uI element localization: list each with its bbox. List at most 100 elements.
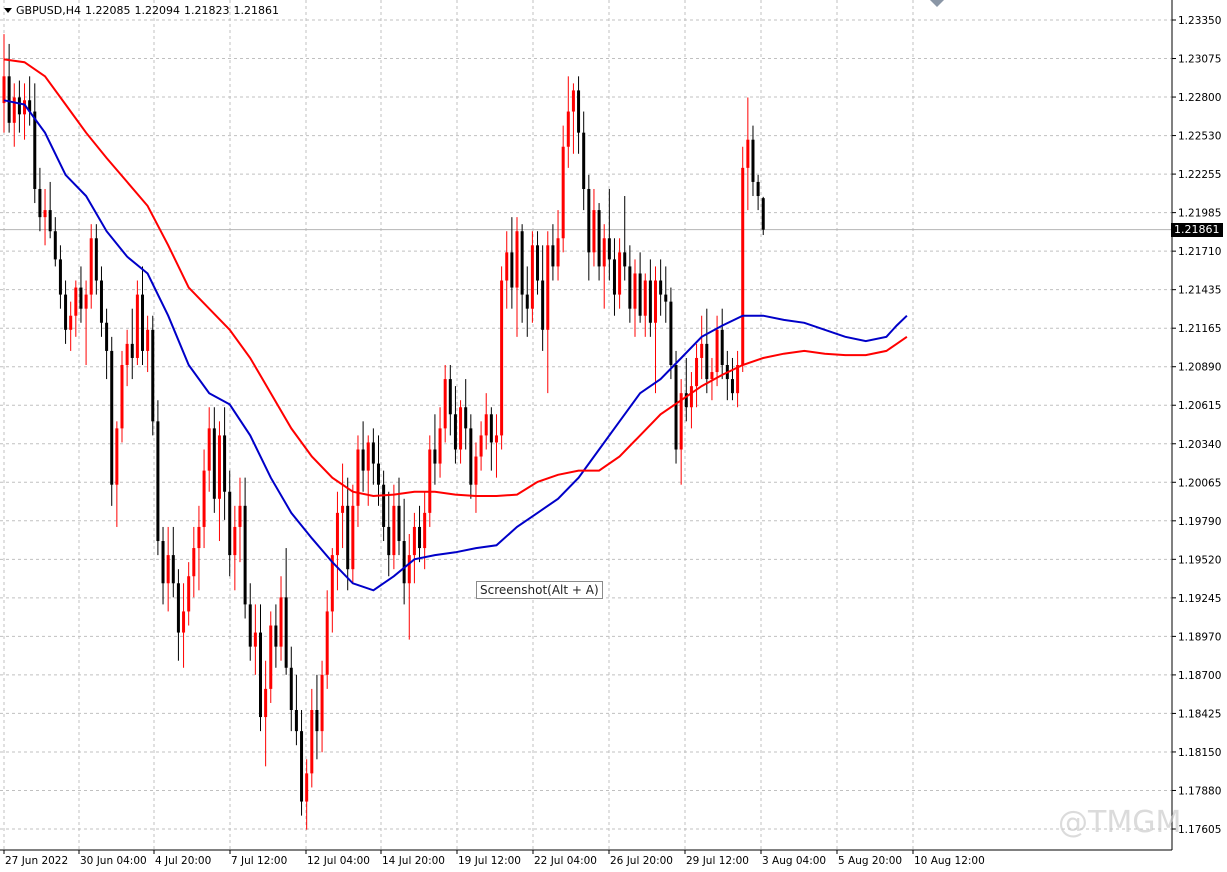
candle-body <box>423 512 427 549</box>
candle-body <box>525 294 529 309</box>
y-tick-label: 1.17880 <box>1178 785 1221 797</box>
candle-body <box>761 198 765 230</box>
candle-body <box>448 379 452 415</box>
candle-body <box>402 541 406 584</box>
candle-body <box>669 301 673 366</box>
chart-header: GBPUSD,H4 1.22085 1.22094 1.21823 1.2186… <box>4 2 279 18</box>
candle-body <box>689 386 693 408</box>
candle-body <box>335 512 339 556</box>
candle-body <box>212 428 216 499</box>
high-value: 1.22094 <box>134 3 180 17</box>
candle-body <box>228 491 232 556</box>
candle-body <box>695 357 699 387</box>
y-tick-label: 1.20615 <box>1178 400 1221 412</box>
candle-body <box>74 287 78 316</box>
x-tick-label: 3 Aug 04:00 <box>762 855 826 867</box>
screenshot-tooltip: Screenshot(Alt + A) <box>476 581 603 599</box>
candle-body <box>69 315 73 330</box>
candle-body <box>438 428 442 464</box>
candle-body <box>751 139 755 182</box>
collapse-triangle-icon[interactable] <box>4 7 12 13</box>
candle-body <box>187 576 191 612</box>
candle-body <box>120 365 124 429</box>
candle-body <box>500 280 504 436</box>
candle-body <box>428 449 432 513</box>
candle-body <box>643 280 647 316</box>
candle-body <box>453 414 457 450</box>
candle-body <box>17 97 21 115</box>
y-tick-label: 1.18150 <box>1178 747 1221 759</box>
candle-body <box>264 688 268 718</box>
candle-body <box>38 188 42 218</box>
candle-body <box>633 273 637 309</box>
candle-body <box>207 428 211 471</box>
candle-body <box>592 210 596 253</box>
candle-body <box>248 604 252 647</box>
candle-body <box>223 435 227 492</box>
candle-body <box>274 625 278 647</box>
candle-body <box>433 449 437 464</box>
candle-body <box>382 484 386 527</box>
candle-body <box>176 583 180 633</box>
candle-body <box>197 526 201 549</box>
candle-body <box>618 252 622 295</box>
candle-body <box>371 442 375 464</box>
x-tick-label: 5 Aug 20:00 <box>838 855 902 867</box>
candle-body <box>130 343 134 358</box>
candle-body <box>110 350 114 485</box>
candle-body <box>510 252 514 288</box>
candle-body <box>607 238 611 260</box>
y-tick-label: 1.20890 <box>1178 362 1221 374</box>
candle-body <box>346 505 350 570</box>
candle-body <box>141 294 145 351</box>
candle-body <box>546 245 550 330</box>
y-tick-label: 1.17605 <box>1178 824 1221 836</box>
candle-body <box>700 343 704 358</box>
candle-body <box>171 555 175 584</box>
candle-body <box>489 414 493 443</box>
candle-body <box>664 294 668 302</box>
candle-body <box>305 773 309 802</box>
candle-body <box>243 505 247 605</box>
x-tick-label: 14 Jul 20:00 <box>382 855 445 867</box>
y-tick-label: 1.22255 <box>1178 169 1221 181</box>
candle-body <box>125 343 129 366</box>
low-value: 1.21823 <box>183 3 230 17</box>
candle-body <box>582 132 586 189</box>
candle-body <box>361 449 365 471</box>
candle-body <box>720 329 724 366</box>
candle-body <box>279 597 283 647</box>
price-chart[interactable]: 1.23350 1.23075 1.22800 1.22530 1.22255 1.219… <box>0 0 1227 872</box>
candle-body <box>105 322 109 351</box>
candle-body <box>515 231 519 288</box>
chart-shift-marker-icon[interactable] <box>930 0 944 7</box>
candle-body <box>587 188 591 253</box>
candle-body <box>2 76 6 104</box>
watermark: @TMGM <box>1058 805 1182 840</box>
y-tick-label: 1.20065 <box>1178 477 1221 489</box>
candle-body <box>182 611 186 633</box>
candle-body <box>94 238 98 281</box>
y-tick-label: 1.22530 <box>1178 131 1221 143</box>
x-tick-label: 27 Jun 2022 <box>5 855 68 867</box>
candle-body <box>233 526 237 556</box>
x-tick-label: 10 Aug 12:00 <box>914 855 985 867</box>
candle-body <box>736 365 740 394</box>
candle-body <box>33 111 37 189</box>
candle-body <box>602 238 606 267</box>
candle-body <box>418 526 422 549</box>
candle-body <box>310 710 314 774</box>
candle-body <box>151 329 155 422</box>
candle-body <box>320 674 324 732</box>
y-tick-label: 1.19790 <box>1178 516 1221 528</box>
y-tick-label: 1.18970 <box>1178 631 1221 643</box>
candle-body <box>659 280 663 295</box>
y-tick-label: 1.18700 <box>1178 670 1221 682</box>
candle-body <box>356 449 360 506</box>
y-tick-label: 1.23075 <box>1178 54 1221 66</box>
candle-body <box>325 611 329 675</box>
candle-body <box>556 238 560 267</box>
candle-body <box>469 428 473 485</box>
candle-body <box>315 710 319 732</box>
candle-body <box>741 167 745 366</box>
